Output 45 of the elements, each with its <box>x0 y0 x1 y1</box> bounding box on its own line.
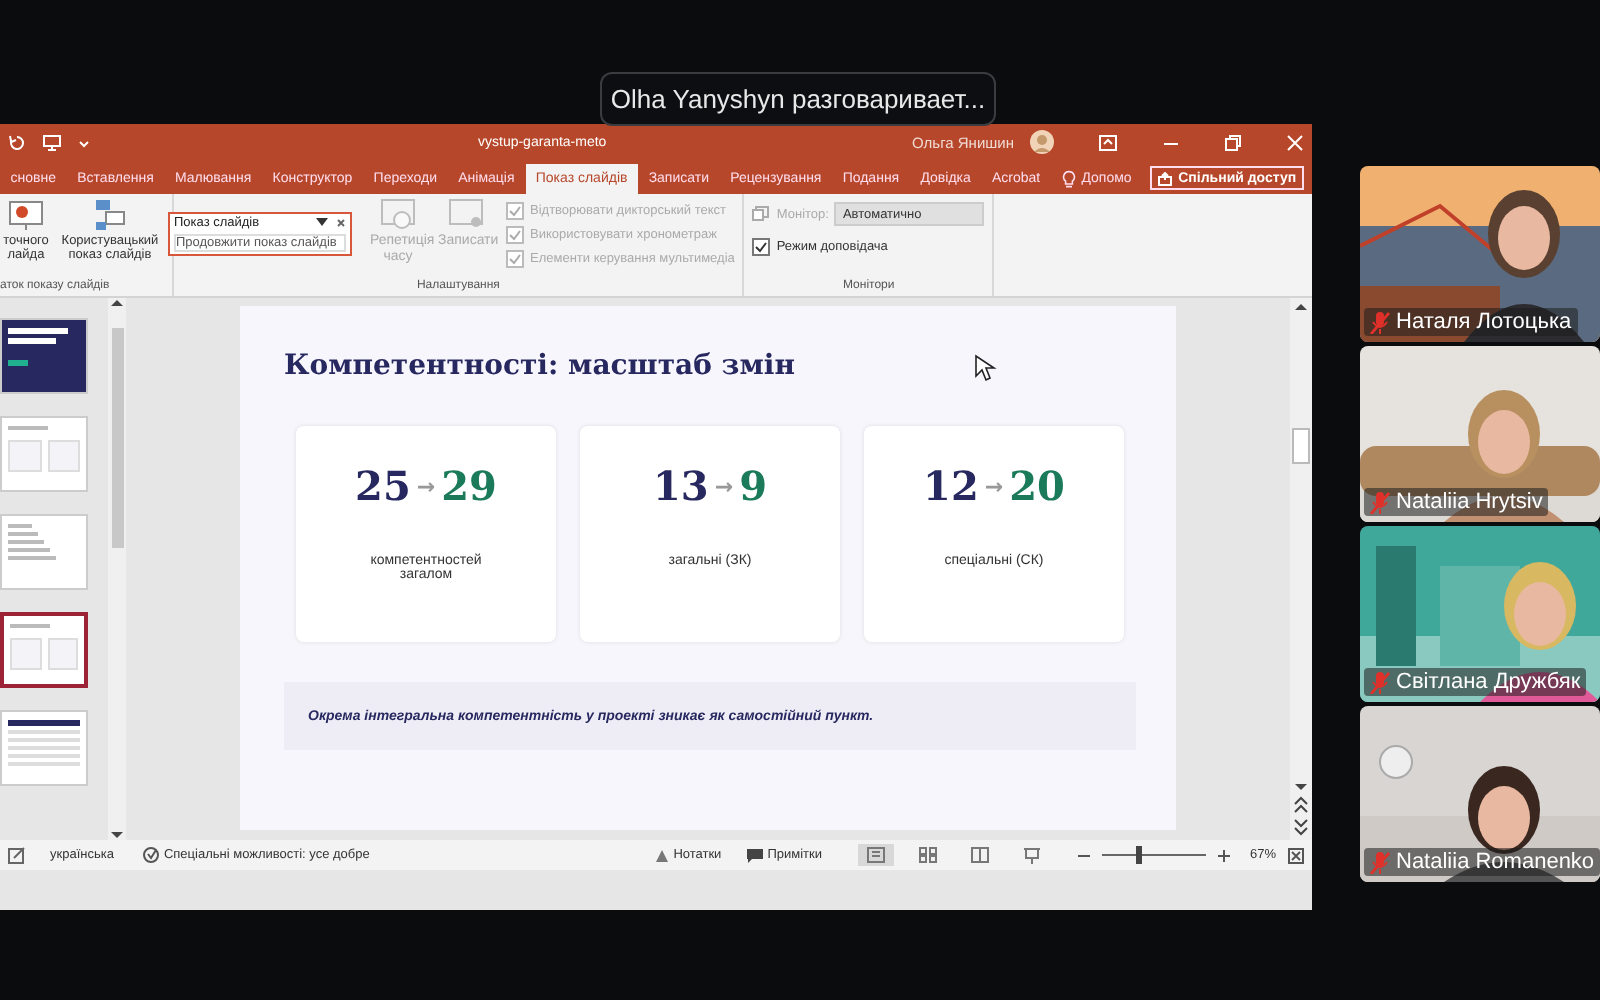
comment-icon <box>745 847 764 863</box>
checkmark-icon <box>754 240 769 254</box>
lightbulb-icon <box>1061 170 1076 188</box>
stat-from: 12 <box>923 462 979 510</box>
stat-to: 29 <box>441 462 497 510</box>
zoom-in-icon[interactable] <box>1217 849 1230 861</box>
stopwatch-icon <box>380 198 416 232</box>
stat-to: 9 <box>739 462 767 510</box>
presentation-icon[interactable] <box>42 133 62 151</box>
previous-slide-icon[interactable] <box>1294 796 1308 814</box>
participant-name: Світлана Дружбяк <box>1396 670 1581 694</box>
accessibility-icon <box>141 846 160 864</box>
edit-icon <box>8 846 26 864</box>
participant-name: Nataliia Hrytsiv <box>1396 490 1543 514</box>
arrow-text: → <box>416 473 436 499</box>
zoom-out-icon[interactable] <box>1077 849 1090 861</box>
scroll-up-icon[interactable] <box>1294 302 1308 312</box>
ribbon-display-icon[interactable] <box>1098 133 1118 151</box>
notification-toast: Olha Yanyshyn разговаривает... <box>600 72 996 126</box>
next-slide-icon[interactable] <box>1294 818 1308 836</box>
fit-to-window-icon[interactable] <box>1288 847 1304 863</box>
view-button[interactable] <box>857 844 894 866</box>
restore-icon[interactable] <box>1224 133 1242 151</box>
monitor-icon <box>752 206 771 222</box>
scroll-down-icon[interactable] <box>1294 782 1308 792</box>
slide-thumbnail[interactable] <box>0 612 88 688</box>
checkbox[interactable] <box>752 238 771 256</box>
slide-title: Компетентності: масштаб змін <box>284 350 795 382</box>
stat-from: 13 <box>653 462 709 510</box>
notes-icon <box>653 847 670 863</box>
dropdown-icon[interactable] <box>316 218 328 228</box>
scrollbar-thumb[interactable] <box>1292 428 1310 464</box>
record-icon <box>448 198 484 232</box>
arrow-text: → <box>984 473 1004 499</box>
stat-from: 25 <box>355 462 411 510</box>
participant-name: Nataliia Romanenko <box>1396 850 1595 874</box>
share-icon <box>1158 171 1173 185</box>
undo-icon[interactable] <box>8 133 26 151</box>
stat-to: 20 <box>1009 462 1065 510</box>
scrollbar-thumb[interactable] <box>111 328 123 548</box>
participant-name: Наталя Лотоцька <box>1396 310 1572 334</box>
cursor-icon <box>974 354 999 382</box>
close-icon[interactable] <box>336 218 346 228</box>
arrow-text: → <box>714 473 734 499</box>
avatar-icon[interactable] <box>1030 130 1054 154</box>
